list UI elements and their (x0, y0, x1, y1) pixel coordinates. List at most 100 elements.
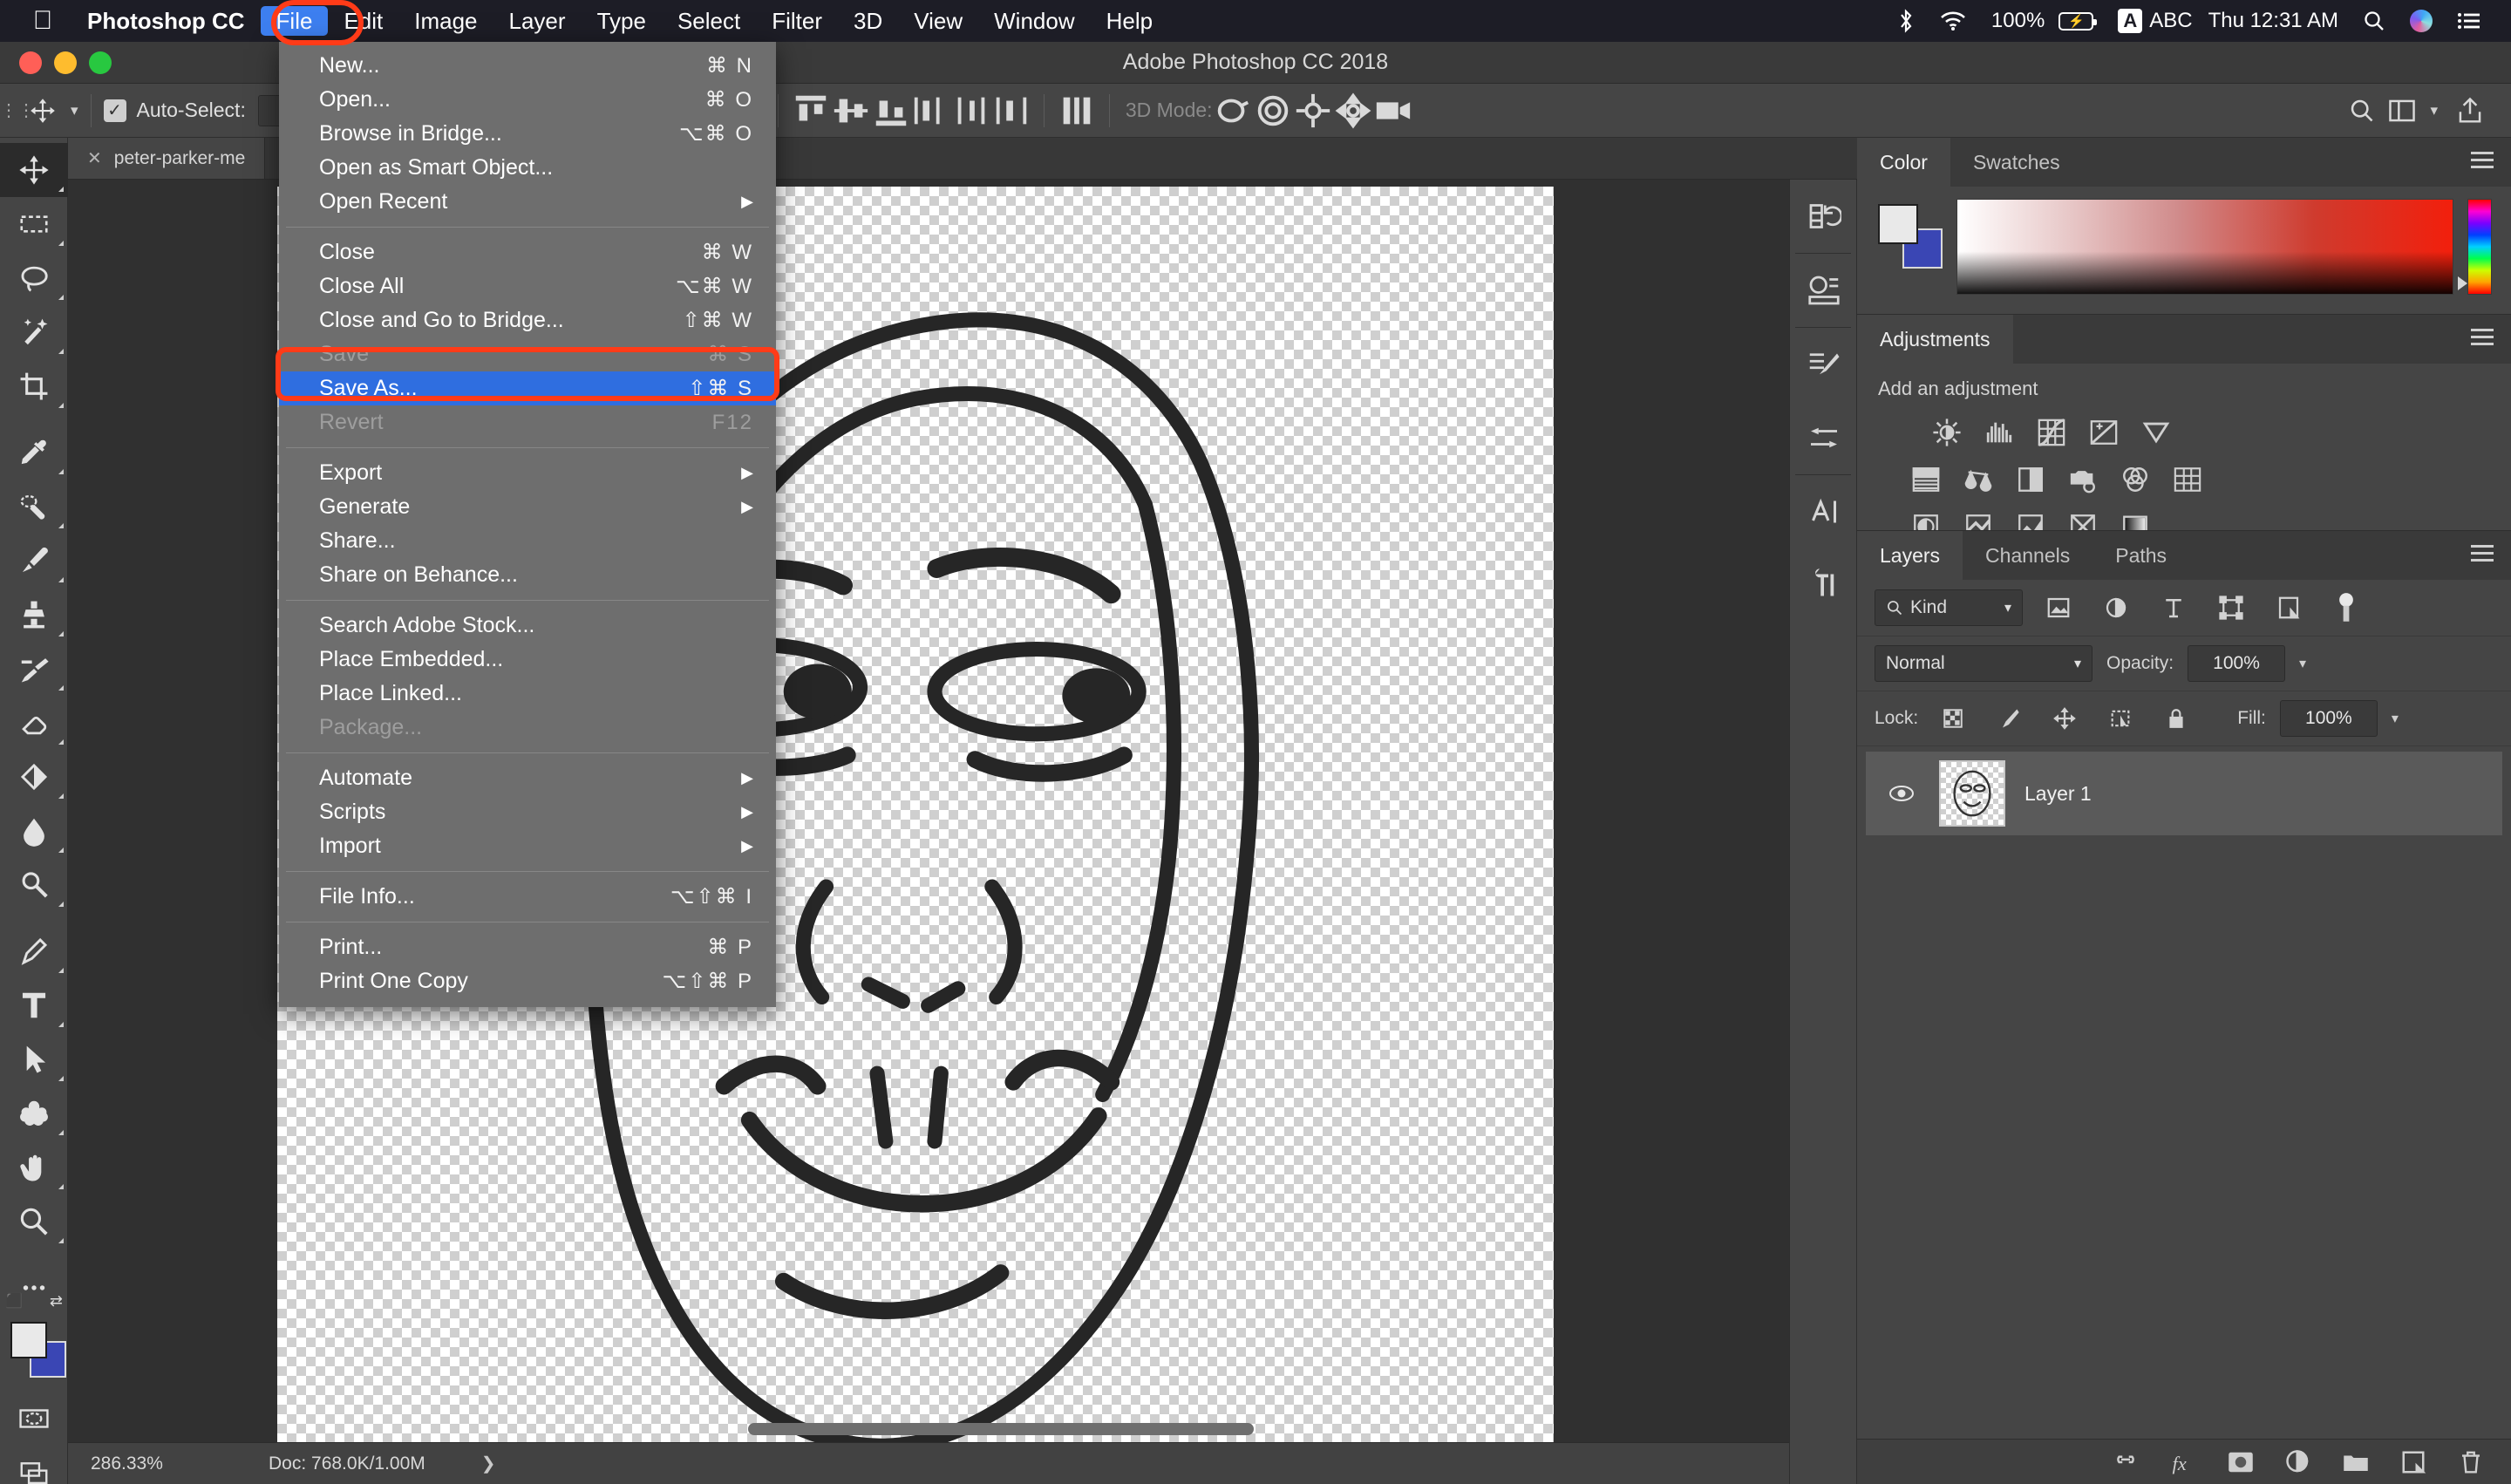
opacity-chevron-down-icon[interactable]: ▾ (2299, 655, 2306, 672)
quick-mask-icon[interactable] (0, 1392, 68, 1446)
levels-icon[interactable] (1976, 412, 2023, 453)
tab-adjustments[interactable]: Adjustments (1857, 315, 2013, 364)
channel-mixer-icon[interactable] (2112, 459, 2159, 500)
menu-item-place-linked[interactable]: Place Linked... (279, 677, 776, 711)
share-icon[interactable] (2450, 91, 2490, 131)
menu-item-open-as-smart-object[interactable]: Open as Smart Object... (279, 151, 776, 185)
filter-smart-object-icon[interactable] (2267, 589, 2310, 627)
properties-panel-icon[interactable] (1790, 254, 1858, 327)
tab-channels[interactable]: Channels (1963, 531, 2093, 580)
clone-stamp-tool-icon[interactable] (0, 588, 68, 642)
os-menu-item-window[interactable]: Window (978, 6, 1090, 36)
layer-name[interactable]: Layer 1 (2024, 782, 2092, 806)
distribute-spacing-icon[interactable] (1057, 91, 1097, 131)
foreground-background-color-control[interactable]: ⬛ ⇄ (0, 1292, 68, 1392)
rectangular-marquee-tool-icon[interactable] (0, 197, 68, 251)
eyedropper-tool-icon[interactable] (0, 425, 68, 480)
brush-settings-panel-icon[interactable] (1790, 328, 1858, 401)
os-menu-item-view[interactable]: View (898, 6, 978, 36)
siri-icon[interactable] (2398, 0, 2445, 42)
move-tool-icon[interactable] (0, 143, 68, 197)
document-size-info[interactable]: Doc: 768.0K/1.00M (234, 1453, 425, 1474)
gradient-tool-icon[interactable] (0, 750, 68, 804)
panel-menu-icon[interactable] (2471, 152, 2494, 173)
path-selection-tool-icon[interactable] (0, 1032, 68, 1086)
move-tool-icon[interactable] (23, 91, 63, 131)
new-group-icon[interactable] (2338, 1445, 2373, 1480)
os-menu-item-edit[interactable]: Edit (328, 6, 398, 36)
zoom-level[interactable]: 286.33% (68, 1453, 234, 1474)
tab-color[interactable]: Color (1857, 138, 1950, 187)
blur-tool-icon[interactable] (0, 804, 68, 858)
hue-saturation-icon[interactable] (1902, 459, 1950, 500)
lock-image-pixels-icon[interactable] (1988, 701, 2030, 736)
distribute-horizontal-centers-icon[interactable] (951, 91, 991, 131)
pen-tool-icon[interactable] (0, 924, 68, 978)
arrange-documents-icon[interactable] (2382, 91, 2422, 131)
foreground-color-swatch[interactable] (10, 1322, 47, 1358)
panel-menu-icon[interactable] (2471, 545, 2494, 566)
file-menu-dropdown[interactable]: New... ⌘ N Open... ⌘ O Browse in Bridge... ⌥⌘… (279, 42, 776, 1007)
layer-row[interactable]: Layer 1 (1866, 752, 2502, 835)
dodge-tool-icon[interactable] (0, 858, 68, 912)
tab-swatches[interactable]: Swatches (1950, 138, 2083, 187)
brush-tool-icon[interactable] (0, 534, 68, 588)
custom-shape-tool-icon[interactable] (0, 1086, 68, 1140)
menu-item-automate[interactable]: Automate ▶ (279, 761, 776, 795)
three-d-pan-icon[interactable] (1293, 91, 1333, 131)
new-layer-icon[interactable] (2396, 1445, 2431, 1480)
os-menu-item-photoshop-cc[interactable]: Photoshop CC (78, 6, 261, 36)
lock-artboard-nesting-icon[interactable] (2099, 701, 2141, 736)
apple-logo-icon[interactable]:  (23, 8, 63, 34)
canvas-horizontal-scrollbar[interactable] (748, 1423, 1254, 1435)
distribute-right-edges-icon[interactable] (991, 91, 1031, 131)
screen-mode-icon[interactable] (0, 1446, 68, 1484)
filter-toggle-switch[interactable] (2324, 589, 2368, 627)
menu-item-print[interactable]: Print... ⌘ P (279, 930, 776, 964)
color-balance-icon[interactable] (1955, 459, 2002, 500)
layer-thumbnail[interactable] (1939, 760, 2005, 827)
three-d-roll-icon[interactable] (1253, 91, 1293, 131)
tab-layers[interactable]: Layers (1857, 531, 1963, 580)
menu-item-share[interactable]: Share... (279, 524, 776, 558)
foreground-color-swatch[interactable] (1878, 204, 1918, 244)
blend-mode-dropdown[interactable]: Normal ▾ (1875, 645, 2092, 682)
menu-item-export[interactable]: Export ▶ (279, 456, 776, 490)
color-ramp[interactable] (1956, 199, 2453, 295)
add-layer-mask-icon[interactable] (2223, 1445, 2258, 1480)
opacity-value[interactable]: 100% (2188, 645, 2286, 682)
tab-paths[interactable]: Paths (2092, 531, 2190, 580)
layer-filter-kind-dropdown[interactable]: Kind ▾ (1875, 589, 2023, 626)
zoom-tool-icon[interactable] (0, 1195, 68, 1249)
fill-chevron-down-icon[interactable]: ▾ (2392, 710, 2399, 727)
link-layers-icon[interactable] (2108, 1445, 2143, 1480)
history-brush-tool-icon[interactable] (0, 642, 68, 696)
add-layer-style-icon[interactable]: fx (2166, 1445, 2201, 1480)
os-menu-item-help[interactable]: Help (1091, 6, 1168, 36)
menu-item-file-info[interactable]: File Info... ⌥⇧⌘ I (279, 880, 776, 914)
spot-healing-brush-tool-icon[interactable] (0, 480, 68, 534)
swap-colors-icon[interactable]: ⇄ (50, 1292, 63, 1310)
brush-presets-panel-icon[interactable] (1790, 401, 1858, 474)
new-fill-adjustment-layer-icon[interactable] (2281, 1445, 2316, 1480)
bluetooth-icon[interactable] (1885, 0, 1927, 42)
distribute-left-edges-icon[interactable] (911, 91, 951, 131)
quick-selection-tool-icon[interactable] (0, 305, 68, 359)
hand-tool-icon[interactable] (0, 1140, 68, 1195)
os-menu-item-type[interactable]: Type (582, 6, 662, 36)
lasso-tool-icon[interactable] (0, 251, 68, 305)
black-white-icon[interactable] (2007, 459, 2054, 500)
menu-item-share-on-behance[interactable]: Share on Behance... (279, 558, 776, 592)
three-d-rotate-icon[interactable] (1213, 91, 1253, 131)
options-bar-grip[interactable]: ⋮⋮ (0, 99, 35, 121)
os-menu-item-layer[interactable]: Layer (493, 6, 582, 36)
filter-pixel-icon[interactable] (2037, 589, 2080, 627)
tool-preset-chevron-down-icon[interactable]: ▾ (71, 102, 78, 119)
os-menu-item-select[interactable]: Select (662, 6, 756, 36)
wifi-icon[interactable] (1927, 0, 1979, 42)
menu-item-search-adobe-stock[interactable]: Search Adobe Stock... (279, 609, 776, 643)
color-lookup-icon[interactable] (2164, 459, 2211, 500)
menu-item-open[interactable]: Open... ⌘ O (279, 83, 776, 117)
menu-item-close[interactable]: Close ⌘ W (279, 235, 776, 269)
delete-layer-icon[interactable] (2453, 1445, 2488, 1480)
